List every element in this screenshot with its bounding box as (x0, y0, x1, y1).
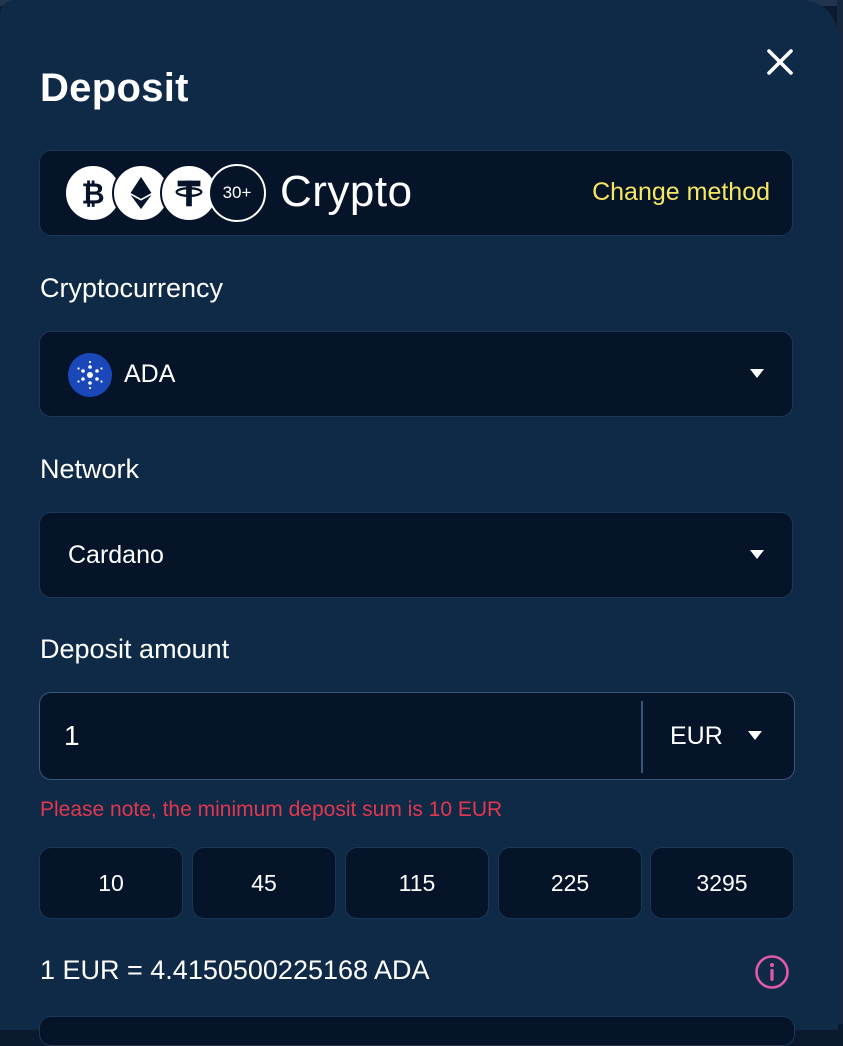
chevron-down-icon (750, 369, 764, 378)
coin-icon-group: ₿ 30+ (64, 164, 266, 222)
minimum-deposit-warning: Please note, the minimum deposit sum is … (40, 798, 503, 821)
preset-amount-button[interactable]: 225 (498, 847, 642, 919)
currency-select[interactable]: EUR (642, 693, 792, 779)
close-icon (767, 49, 793, 75)
address-field (39, 1016, 795, 1046)
deposit-amount-field: EUR (39, 692, 795, 780)
currency-value: EUR (670, 722, 723, 750)
network-value: Cardano (68, 541, 164, 569)
deposit-modal: Deposit ₿ 30+ Crypto Change method Crypt… (0, 0, 838, 1046)
deposit-amount-label: Deposit amount (40, 634, 230, 664)
change-method-link[interactable]: Change method (592, 178, 770, 207)
chevron-down-icon (750, 550, 764, 559)
svg-text:₿: ₿ (81, 177, 104, 210)
preset-amount-button[interactable]: 45 (192, 847, 336, 919)
preset-amount-button[interactable]: 3295 (650, 847, 794, 919)
info-icon (755, 955, 789, 989)
payment-method-card: ₿ 30+ Crypto Change method (39, 150, 793, 236)
chevron-down-icon (748, 731, 762, 740)
info-button[interactable] (754, 954, 790, 990)
preset-amount-button[interactable]: 115 (345, 847, 489, 919)
more-coins-badge: 30+ (208, 164, 266, 222)
network-label: Network (40, 454, 140, 484)
close-button[interactable] (760, 42, 800, 82)
preset-amounts: 10 45 115 225 3295 (39, 847, 795, 921)
network-select[interactable]: Cardano (39, 512, 793, 598)
cryptocurrency-label: Cryptocurrency (40, 273, 224, 303)
exchange-rate: 1 EUR = 4.4150500225168 ADA (40, 955, 430, 985)
cryptocurrency-select[interactable]: ADA (39, 331, 793, 417)
cryptocurrency-value: ADA (124, 360, 176, 388)
modal-title: Deposit (40, 66, 189, 110)
cardano-icon (68, 353, 112, 397)
payment-method-name: Crypto (280, 167, 413, 216)
preset-amount-button[interactable]: 10 (39, 847, 183, 919)
deposit-amount-input[interactable] (62, 711, 636, 761)
